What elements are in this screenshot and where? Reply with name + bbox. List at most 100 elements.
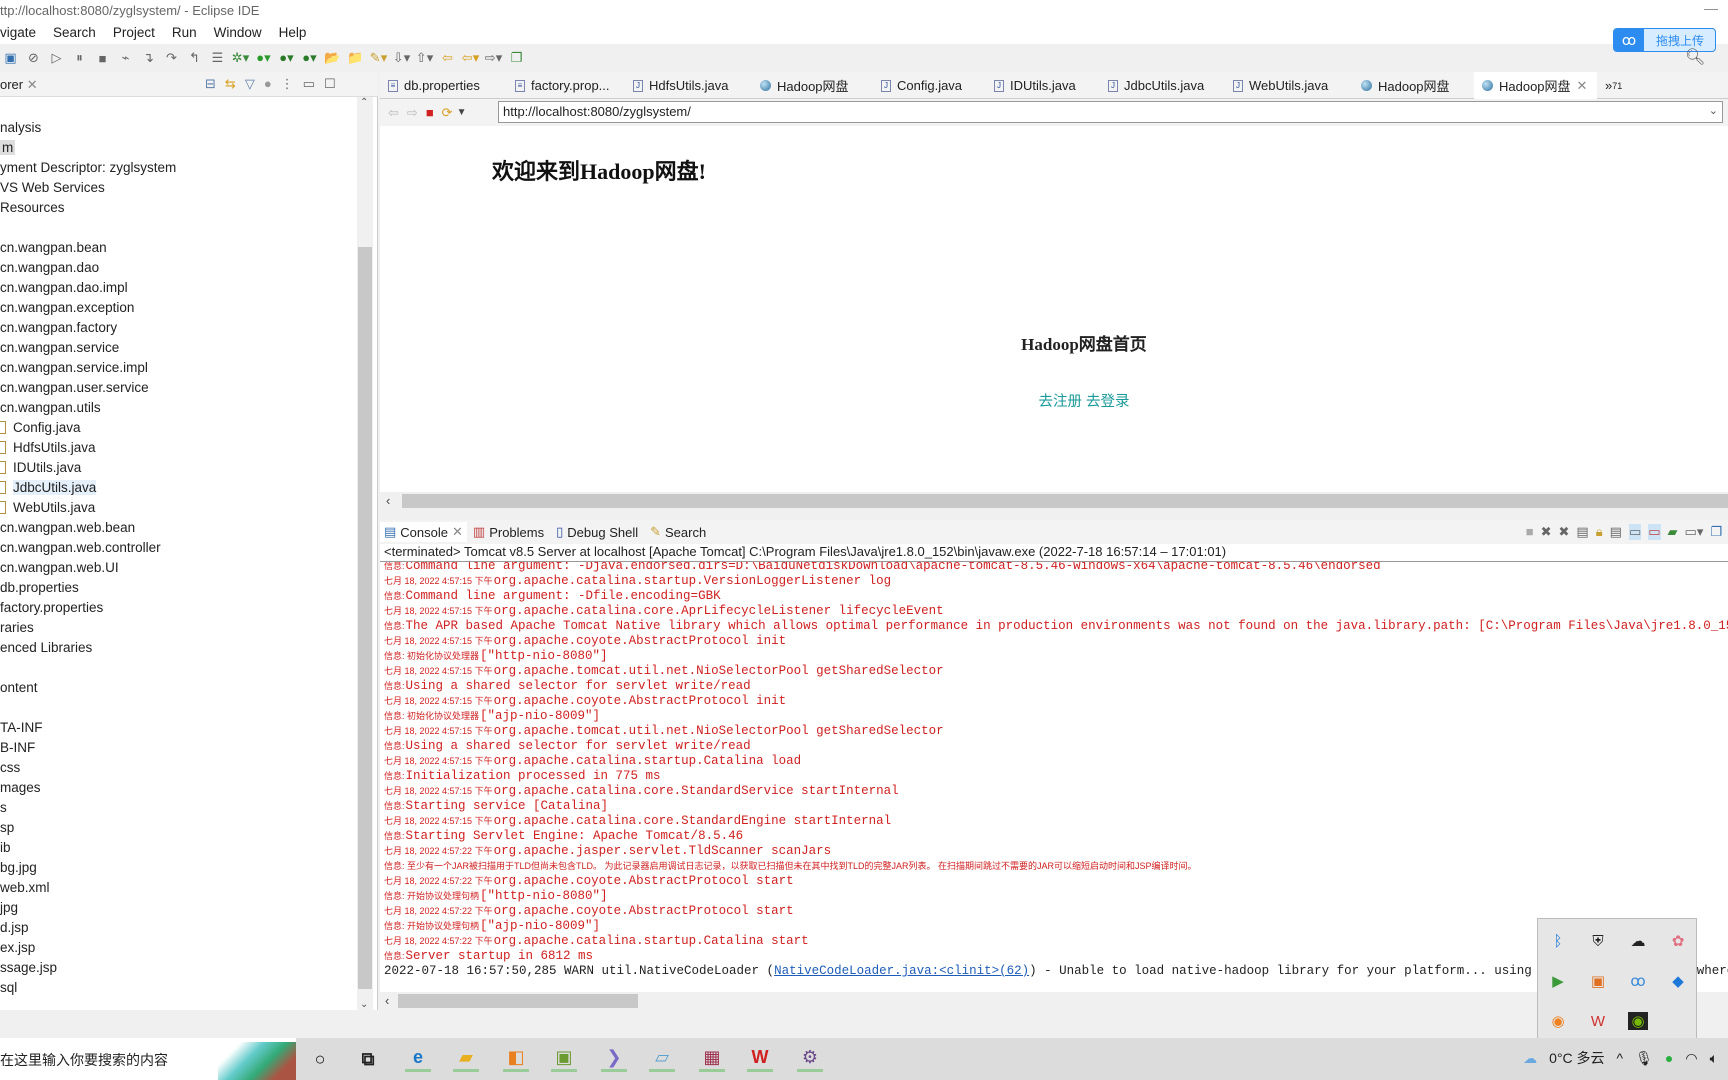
last-edit-icon[interactable]: ⇦ (439, 50, 456, 67)
tree-item[interactable]: JdbcUtils.java (0, 478, 355, 498)
editor-tab[interactable]: J Config.java (873, 72, 986, 99)
search-icon[interactable]: 🔍︎ (1685, 47, 1705, 67)
menu-help[interactable]: Help (279, 25, 307, 44)
url-input[interactable]: http://localhost:8080/zyglsystem/⌄ (498, 101, 1723, 123)
forward-icon[interactable]: ⇨ (407, 105, 418, 121)
tree-item[interactable]: cn.wangpan.utils (0, 398, 355, 418)
nvidia-icon[interactable]: ◉ (1628, 1012, 1648, 1030)
tree-item[interactable]: s (0, 798, 355, 818)
tree-item[interactable]: mages (0, 778, 355, 798)
scrollbar-thumb[interactable] (402, 494, 1728, 508)
browser-hscrollbar[interactable]: ‹ (380, 492, 1728, 510)
tree-item[interactable] (0, 218, 355, 238)
vmware-icon[interactable]: ◧ (503, 1046, 529, 1072)
minimize-button[interactable]: — (1704, 0, 1718, 16)
tree-item[interactable]: sp (0, 818, 355, 838)
tree-item[interactable]: cn.wangpan.web.bean (0, 518, 355, 538)
winrar-icon[interactable]: ▦ (699, 1046, 725, 1072)
tree-item[interactable]: cn.wangpan.factory (0, 318, 355, 338)
tree-item[interactable]: cn.wangpan.web.controller (0, 538, 355, 558)
scroll-down-icon[interactable]: ⌄ (360, 999, 368, 1010)
cortana-icon[interactable]: ○ (307, 1046, 333, 1072)
close-icon[interactable]: ✕ (452, 524, 463, 540)
tree-item[interactable]: jpg (0, 898, 355, 918)
tree-item[interactable]: d.jsp (0, 918, 355, 938)
search-tool-icon[interactable]: ✎▾ (370, 50, 387, 67)
tree-item[interactable]: m (0, 138, 355, 158)
tab-search[interactable]: ✎ Search (650, 524, 706, 540)
external-tools-icon[interactable]: ●▾ (301, 50, 318, 67)
remove-launch-icon[interactable]: ✖ (1541, 524, 1552, 540)
tree-item[interactable]: ontent (0, 678, 355, 698)
tree-item[interactable] (0, 658, 355, 678)
editor-tab[interactable]: Hadoop网盘 (752, 72, 873, 99)
editor-tab[interactable]: J IDUtils.java (986, 72, 1100, 99)
tree-item[interactable]: css (0, 758, 355, 778)
editor-tab[interactable]: Hadoop网盘 ✕ (1474, 72, 1597, 99)
more-tabs-button[interactable]: » 71 (1597, 72, 1622, 99)
tree-item[interactable]: nalysis (0, 118, 355, 138)
coverage-icon[interactable]: ●▾ (278, 50, 295, 67)
tree-item[interactable]: cn.wangpan.web.UI (0, 558, 355, 578)
collapse-all-icon[interactable]: ⊟ (205, 76, 216, 92)
editor-tab[interactable]: Hadoop网盘 (1353, 72, 1474, 99)
show-stdout-icon[interactable]: ▭ (1628, 524, 1642, 540)
tree-item[interactable]: VS Web Services (0, 178, 355, 198)
tree-item[interactable]: cn.wangpan.bean (0, 238, 355, 258)
scroll-lock-icon[interactable]: 🔒︎ (1596, 524, 1603, 540)
wifi-icon[interactable]: ◠ (1685, 1050, 1697, 1067)
menu-window[interactable]: Window (214, 25, 262, 44)
sublime-icon[interactable]: ▣ (1591, 972, 1605, 990)
tree-item[interactable]: db.properties (0, 578, 355, 598)
menu-navigate[interactable]: vigate (0, 25, 36, 44)
disconnect-icon[interactable]: ⌁ (117, 50, 134, 67)
run-icon[interactable]: ●▾ (255, 50, 272, 67)
editor-tab[interactable]: J JdbcUtils.java (1100, 72, 1225, 99)
menu-search[interactable]: Search (53, 25, 96, 44)
file-explorer-icon[interactable]: ▰ (453, 1046, 479, 1072)
console-hscrollbar[interactable]: ‹ (380, 992, 1728, 1010)
onedrive-icon[interactable]: ☁ (1631, 932, 1646, 950)
use-step-filters-icon[interactable]: ☰ (209, 50, 226, 67)
filter-icon[interactable]: ▽ (245, 76, 255, 92)
tab-problems[interactable]: ▥ Problems (473, 524, 544, 540)
wps-icon[interactable]: W (1591, 1013, 1605, 1030)
view-menu-icon[interactable]: ⋮ (281, 76, 294, 92)
word-wrap-icon[interactable]: ▤ (1610, 524, 1622, 540)
remove-all-icon[interactable]: ✖ (1559, 524, 1570, 540)
forward-icon[interactable]: ⇨▾ (485, 50, 502, 67)
tree-item[interactable]: HdfsUtils.java (0, 438, 355, 458)
focus-icon[interactable]: ● (264, 76, 272, 92)
suspend-icon[interactable]: ⏸ (71, 50, 88, 67)
show-stderr-icon[interactable]: ▭ (1648, 524, 1661, 540)
refresh-icon[interactable]: ⟳ (442, 105, 453, 121)
task-view-icon[interactable]: ⧉ (355, 1046, 381, 1072)
new-window-icon[interactable]: ❐ (508, 50, 525, 67)
tree-item[interactable]: bg.jpg (0, 858, 355, 878)
eclipse-javaee-icon[interactable]: ⚙ (797, 1046, 823, 1072)
source-link[interactable]: NativeCodeLoader.java:<clinit>(62) (774, 964, 1029, 978)
tree-item[interactable]: factory.properties (0, 598, 355, 618)
chevron-down-icon[interactable]: ⌄ (1709, 104, 1718, 117)
editor-tab[interactable]: ≡ db.properties (380, 72, 507, 99)
tree-item[interactable]: web.xml (0, 878, 355, 898)
resume-icon[interactable]: ▷ (48, 50, 65, 67)
bluetooth-icon[interactable]: ᛒ (1553, 933, 1562, 950)
tree-item[interactable]: ex.jsp (0, 938, 355, 958)
back-icon[interactable]: ⇦▾ (462, 50, 479, 67)
minimize-icon[interactable]: ▭ (303, 76, 315, 92)
microphone-icon[interactable]: 🎙︎ (1635, 1050, 1653, 1067)
back-icon[interactable]: ⇦ (388, 105, 399, 121)
stop-icon[interactable]: ■ (426, 105, 434, 120)
chevron-up-icon[interactable]: ^ (1617, 1050, 1624, 1066)
volume-icon[interactable]: 🔈︎ (1710, 1050, 1718, 1067)
tree-item[interactable]: cn.wangpan.dao (0, 258, 355, 278)
link-editor-icon[interactable]: ⇆ (225, 76, 236, 92)
close-icon[interactable]: ✕ (27, 77, 38, 92)
display-console-icon[interactable]: ▭▾ (1685, 524, 1704, 540)
editor-tab[interactable]: J HdfsUtils.java (625, 72, 752, 99)
scroll-up-icon[interactable]: ⌃ (360, 97, 368, 108)
tree-item[interactable]: cn.wangpan.service (0, 338, 355, 358)
weather-icon[interactable]: ☁ (1523, 1050, 1537, 1067)
step-into-icon[interactable]: ↴ (140, 50, 157, 67)
